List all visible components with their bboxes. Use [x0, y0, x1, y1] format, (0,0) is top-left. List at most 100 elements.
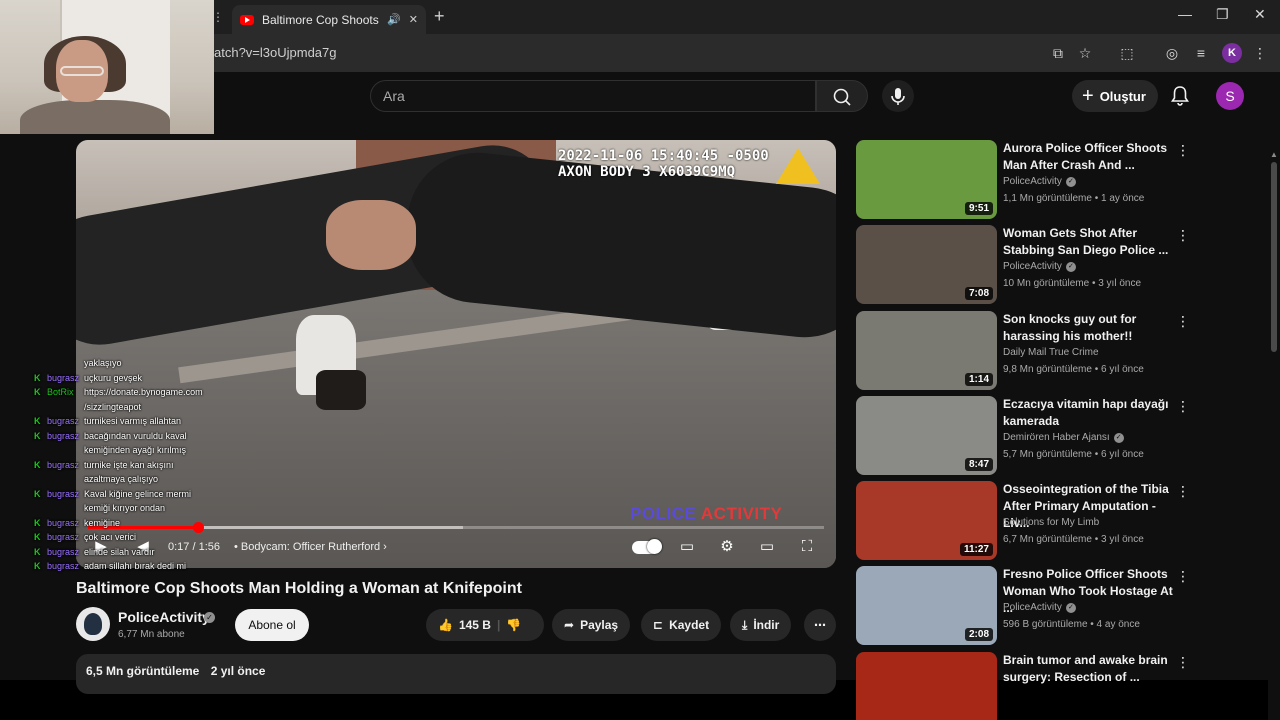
axon-logo-icon [776, 148, 820, 184]
recommended-channel[interactable]: PoliceActivity ✓ [1003, 602, 1076, 613]
thumbs-down-icon[interactable]: 👎 [506, 618, 521, 632]
recommended-video[interactable]: 11:27 Osseointegration of the Tibia After… [856, 481, 1190, 561]
tab-close-icon[interactable]: ✕ [409, 13, 418, 26]
video-chapter[interactable]: • Bodycam: Officer Rutherford › [234, 541, 387, 553]
channel-name[interactable]: PoliceActivity [118, 609, 210, 625]
bodycam-device-id: AXON BODY 3 X6039C9MQ [558, 164, 736, 180]
account-avatar[interactable]: S [1216, 82, 1244, 110]
recommended-title[interactable]: Brain tumor and awake brain surgery: Res… [1003, 652, 1173, 686]
recommended-channel[interactable]: PoliceActivity ✓ [1003, 261, 1076, 272]
like-dislike-group: 👍 145 B | 👎 [426, 609, 544, 641]
voice-search-button[interactable] [882, 80, 914, 112]
video-thumbnail[interactable]: 1:14 [856, 311, 997, 390]
upload-age: 2 yıl önce [210, 664, 266, 678]
video-thumbnail[interactable]: 7:08 [856, 225, 997, 304]
recommended-video[interactable]: 7:08 Woman Gets Shot After Stabbing San D… [856, 225, 1190, 305]
browser-tab[interactable]: Baltimore Cop Shoots Man 🔊 ✕ [232, 5, 426, 34]
bookmark-star-icon[interactable]: ☆ [1075, 43, 1095, 63]
extension-icon[interactable]: ◎ [1162, 43, 1182, 63]
recommended-video[interactable]: 2:08 Fresno Police Officer Shoots Woman W… [856, 566, 1190, 646]
more-vertical-icon[interactable]: ⋮ [1176, 313, 1190, 330]
download-button[interactable]: ⤓ İndir [730, 609, 792, 641]
video-thumbnail[interactable]: 9:51 [856, 140, 997, 219]
browser-profile-avatar[interactable]: K [1222, 43, 1242, 63]
settings-gear-icon[interactable]: ⚙ [716, 538, 738, 556]
recommended-title[interactable]: Son knocks guy out for harassing his mot… [1003, 311, 1173, 345]
save-button[interactable]: ⊏ Kaydet [641, 609, 722, 641]
bodycam-timestamp-date: 2022-11-06 15:40:45 -0500 [558, 148, 769, 164]
chat-username: bugrasz [47, 532, 80, 542]
share-button[interactable]: ➦ Paylaş [552, 609, 631, 641]
share-arrow-icon: ➦ [564, 618, 575, 632]
create-button[interactable]: + Oluştur [1072, 80, 1158, 112]
search-input[interactable]: Ara [370, 80, 816, 112]
fullscreen-icon[interactable]: ⛶ [796, 538, 818, 556]
video-thumbnail[interactable]: 8:47 [856, 396, 997, 475]
webcam-person-glasses [60, 66, 104, 76]
chat-text: kemiği kırıyor ondan [84, 503, 166, 513]
chat-message: Kbugrasz turnike işte kan akışını [34, 458, 234, 473]
recommended-title[interactable]: Eczacıya vitamin hapı dayağı kamerada [1003, 396, 1173, 430]
video-frame-person-legs [316, 370, 366, 410]
more-vertical-icon[interactable]: ⋮ [1176, 142, 1190, 159]
chat-message: Kbugrasz bacağından vuruldu kaval [34, 429, 234, 444]
chat-badge-icon [34, 443, 44, 458]
window-close-icon[interactable]: ✕ [1254, 6, 1266, 23]
video-thumbnail[interactable]: 2:08 [856, 566, 997, 645]
restore-icon[interactable]: ❐ [1216, 6, 1229, 23]
recommended-channel[interactable]: Demirören Haber Ajansı ✓ [1003, 432, 1124, 443]
install-app-icon[interactable]: ⧉ [1048, 43, 1068, 63]
subtitles-icon[interactable]: ▭ [676, 538, 698, 556]
chat-username [47, 472, 81, 487]
search-button[interactable] [816, 80, 868, 112]
verified-icon: ✓ [1065, 261, 1076, 272]
scrollbar-thumb[interactable] [1271, 162, 1277, 352]
scroll-up-icon[interactable]: ▲ [1270, 150, 1278, 159]
video-thumbnail[interactable] [856, 652, 997, 720]
recommended-channel-name: Demirören Haber Ajansı [1003, 432, 1110, 443]
recommended-title[interactable]: Aurora Police Officer Shoots Man After C… [1003, 140, 1173, 174]
more-vertical-icon[interactable]: ⋮ [1176, 227, 1190, 244]
video-duration: 2:08 [964, 628, 993, 641]
recommended-video[interactable]: Brain tumor and awake brain surgery: Res… [856, 652, 1190, 720]
recommended-channel[interactable]: Daily Mail True Crime [1003, 347, 1099, 358]
recommended-title[interactable]: Woman Gets Shot After Stabbing San Diego… [1003, 225, 1173, 259]
more-vertical-icon[interactable]: ⋮ [1176, 398, 1190, 415]
autoplay-toggle[interactable] [632, 539, 662, 554]
more-vertical-icon[interactable]: ⋮ [1176, 654, 1190, 671]
channel-avatar[interactable] [76, 607, 110, 641]
chat-badge-icon: K [34, 546, 41, 557]
recommended-channel[interactable]: Solutions for My Limb [1003, 517, 1099, 528]
more-vertical-icon[interactable]: ⋮ [1176, 483, 1190, 500]
tab-audio-icon[interactable]: 🔊 [387, 13, 401, 26]
new-tab-icon[interactable]: + [434, 6, 445, 27]
description-box[interactable]: 6,5 Mn görüntüleme 2 yıl önce [76, 654, 836, 694]
page-scrollbar[interactable]: ▲ ▼ [1268, 148, 1280, 720]
recommended-meta: 9,8 Mn görüntüleme • 6 yıl önce [1003, 364, 1144, 375]
search-icon [833, 88, 851, 106]
chat-message: yaklaşıyo [34, 356, 234, 371]
more-actions-button[interactable]: ⋯ [804, 609, 836, 641]
browser-menu-icon[interactable]: ⋮ [1250, 43, 1270, 63]
thumbs-up-icon[interactable]: 👍 [438, 618, 453, 632]
like-count[interactable]: 145 B [459, 618, 491, 632]
minimize-icon[interactable]: — [1178, 6, 1192, 22]
create-label: Oluştur [1099, 88, 1146, 104]
video-duration: 8:47 [964, 458, 993, 471]
chat-username: BotRix [47, 387, 74, 397]
recommended-video[interactable]: 8:47 Eczacıya vitamin hapı dayağı kamerad… [856, 396, 1190, 476]
media-controls-icon[interactable]: ≡ [1191, 43, 1211, 63]
bookmark-icon: ⊏ [653, 618, 664, 632]
subscribe-button[interactable]: Abone ol [235, 609, 309, 641]
more-vertical-icon[interactable]: ⋮ [1176, 568, 1190, 585]
extensions-icon[interactable]: ⬚ [1117, 43, 1137, 63]
recommended-channel[interactable]: PoliceActivity ✓ [1003, 176, 1076, 187]
theater-mode-icon[interactable]: ▭ [756, 538, 778, 556]
url-field[interactable]: atch?v=l3oUjpmda7g [214, 45, 337, 60]
recommended-video[interactable]: 9:51 Aurora Police Officer Shoots Man Aft… [856, 140, 1190, 220]
video-thumbnail[interactable]: 11:27 [856, 481, 997, 560]
video-frame-hand [326, 200, 416, 270]
verified-icon: ✓ [1113, 432, 1124, 443]
notifications-bell-icon[interactable] [1168, 84, 1192, 108]
recommended-video[interactable]: 1:14 Son knocks guy out for harassing his… [856, 311, 1190, 391]
